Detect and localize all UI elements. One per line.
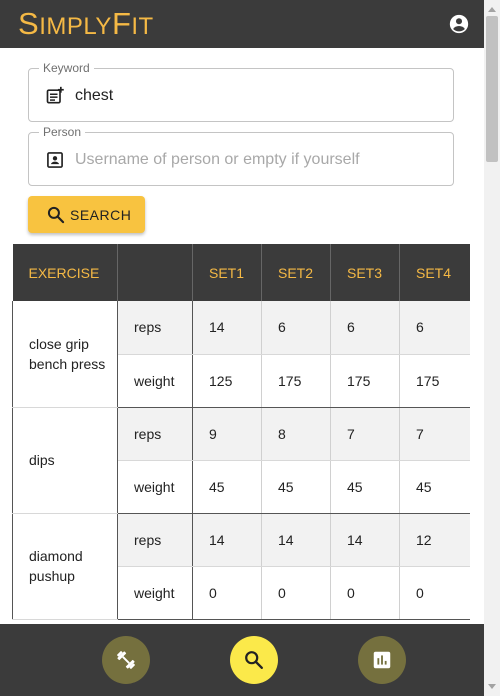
table-cell: 45 bbox=[192, 460, 262, 514]
header-exercise: EXERCISE bbox=[12, 244, 118, 301]
reps-label: reps bbox=[117, 513, 193, 567]
header-set4: SET4 bbox=[399, 244, 470, 301]
table-row: dips reps 9 8 7 7 bbox=[12, 407, 470, 514]
person-label: Person bbox=[39, 125, 86, 139]
table-cell: 0 bbox=[261, 566, 331, 620]
table-cell: 12 bbox=[399, 513, 470, 567]
exercise-name: close grip bench press bbox=[12, 301, 118, 408]
table-cell: 45 bbox=[261, 460, 331, 514]
table-cell: 6 bbox=[330, 301, 400, 355]
search-nav-button[interactable] bbox=[230, 636, 278, 684]
keyword-label: Keyword bbox=[39, 61, 94, 75]
table-cell: 45 bbox=[399, 460, 470, 514]
table-cell: 9 bbox=[192, 407, 262, 461]
header-set2: SET2 bbox=[261, 244, 331, 301]
app-header: SIMPLYFIT bbox=[0, 0, 484, 48]
note-add-icon bbox=[46, 86, 64, 104]
table-header-row: EXERCISE SET1 SET2 SET3 SET4 bbox=[12, 244, 470, 301]
search-icon bbox=[47, 206, 65, 223]
account-circle-icon bbox=[449, 14, 469, 34]
table-cell: 8 bbox=[261, 407, 331, 461]
header-set3: SET3 bbox=[330, 244, 400, 301]
bottom-nav bbox=[0, 624, 484, 696]
table-cell: 0 bbox=[330, 566, 400, 620]
table-cell: 175 bbox=[399, 354, 470, 408]
table-cell: 7 bbox=[330, 407, 400, 461]
keyword-input[interactable] bbox=[73, 83, 447, 109]
fitness-dumbbell-icon bbox=[117, 651, 135, 669]
workout-nav-button[interactable] bbox=[102, 636, 150, 684]
keyword-field: Keyword bbox=[28, 61, 454, 122]
table-cell: 14 bbox=[192, 301, 262, 355]
person-field: Person bbox=[28, 125, 454, 186]
bar-chart-icon bbox=[373, 651, 391, 669]
table-cell: 14 bbox=[330, 513, 400, 567]
table-cell: 45 bbox=[330, 460, 400, 514]
contact-card-icon bbox=[47, 152, 63, 168]
logo-text-part: IMPLY bbox=[39, 13, 112, 40]
header-set1: SET1 bbox=[192, 244, 262, 301]
table-cell: 6 bbox=[399, 301, 470, 355]
search-button-label: SEARCH bbox=[70, 206, 132, 223]
exercise-name: dips bbox=[12, 407, 118, 514]
scrollbar[interactable] bbox=[484, 0, 500, 696]
table-cell: 14 bbox=[261, 513, 331, 567]
app-logo[interactable]: SIMPLYFIT bbox=[18, 8, 154, 40]
logo-text-part: IT bbox=[131, 13, 154, 40]
table-row: diamond pushup reps 14 14 14 12 bbox=[12, 513, 470, 620]
scroll-up-arrow-icon[interactable] bbox=[484, 2, 500, 16]
table-cell: 175 bbox=[330, 354, 400, 408]
scroll-down-arrow-icon[interactable] bbox=[484, 680, 500, 694]
stats-nav-button[interactable] bbox=[358, 636, 406, 684]
table-row: close grip bench press reps 14 6 6 6 bbox=[12, 301, 470, 408]
search-button[interactable]: SEARCH bbox=[28, 196, 145, 233]
table-cell: 0 bbox=[192, 566, 262, 620]
table-cell: 0 bbox=[399, 566, 470, 620]
header-metric bbox=[117, 244, 193, 301]
weight-label: weight bbox=[117, 354, 193, 408]
workout-table: EXERCISE SET1 SET2 SET3 SET4 close grip … bbox=[12, 244, 470, 624]
weight-label: weight bbox=[117, 460, 193, 514]
reps-label: reps bbox=[117, 407, 193, 461]
table-cell: 14 bbox=[192, 513, 262, 567]
reps-label: reps bbox=[117, 301, 193, 355]
search-icon bbox=[245, 651, 263, 669]
table-cell: 6 bbox=[261, 301, 331, 355]
weight-label: weight bbox=[117, 566, 193, 620]
logo-text-part: S bbox=[18, 6, 40, 41]
logo-text-part: F bbox=[111, 6, 132, 41]
table-cell: 125 bbox=[192, 354, 262, 408]
person-input[interactable] bbox=[73, 147, 447, 173]
account-button[interactable] bbox=[448, 13, 470, 35]
table-cell: 7 bbox=[399, 407, 470, 461]
exercise-name: diamond pushup bbox=[12, 513, 118, 620]
scroll-thumb[interactable] bbox=[486, 16, 498, 162]
table-cell: 175 bbox=[261, 354, 331, 408]
